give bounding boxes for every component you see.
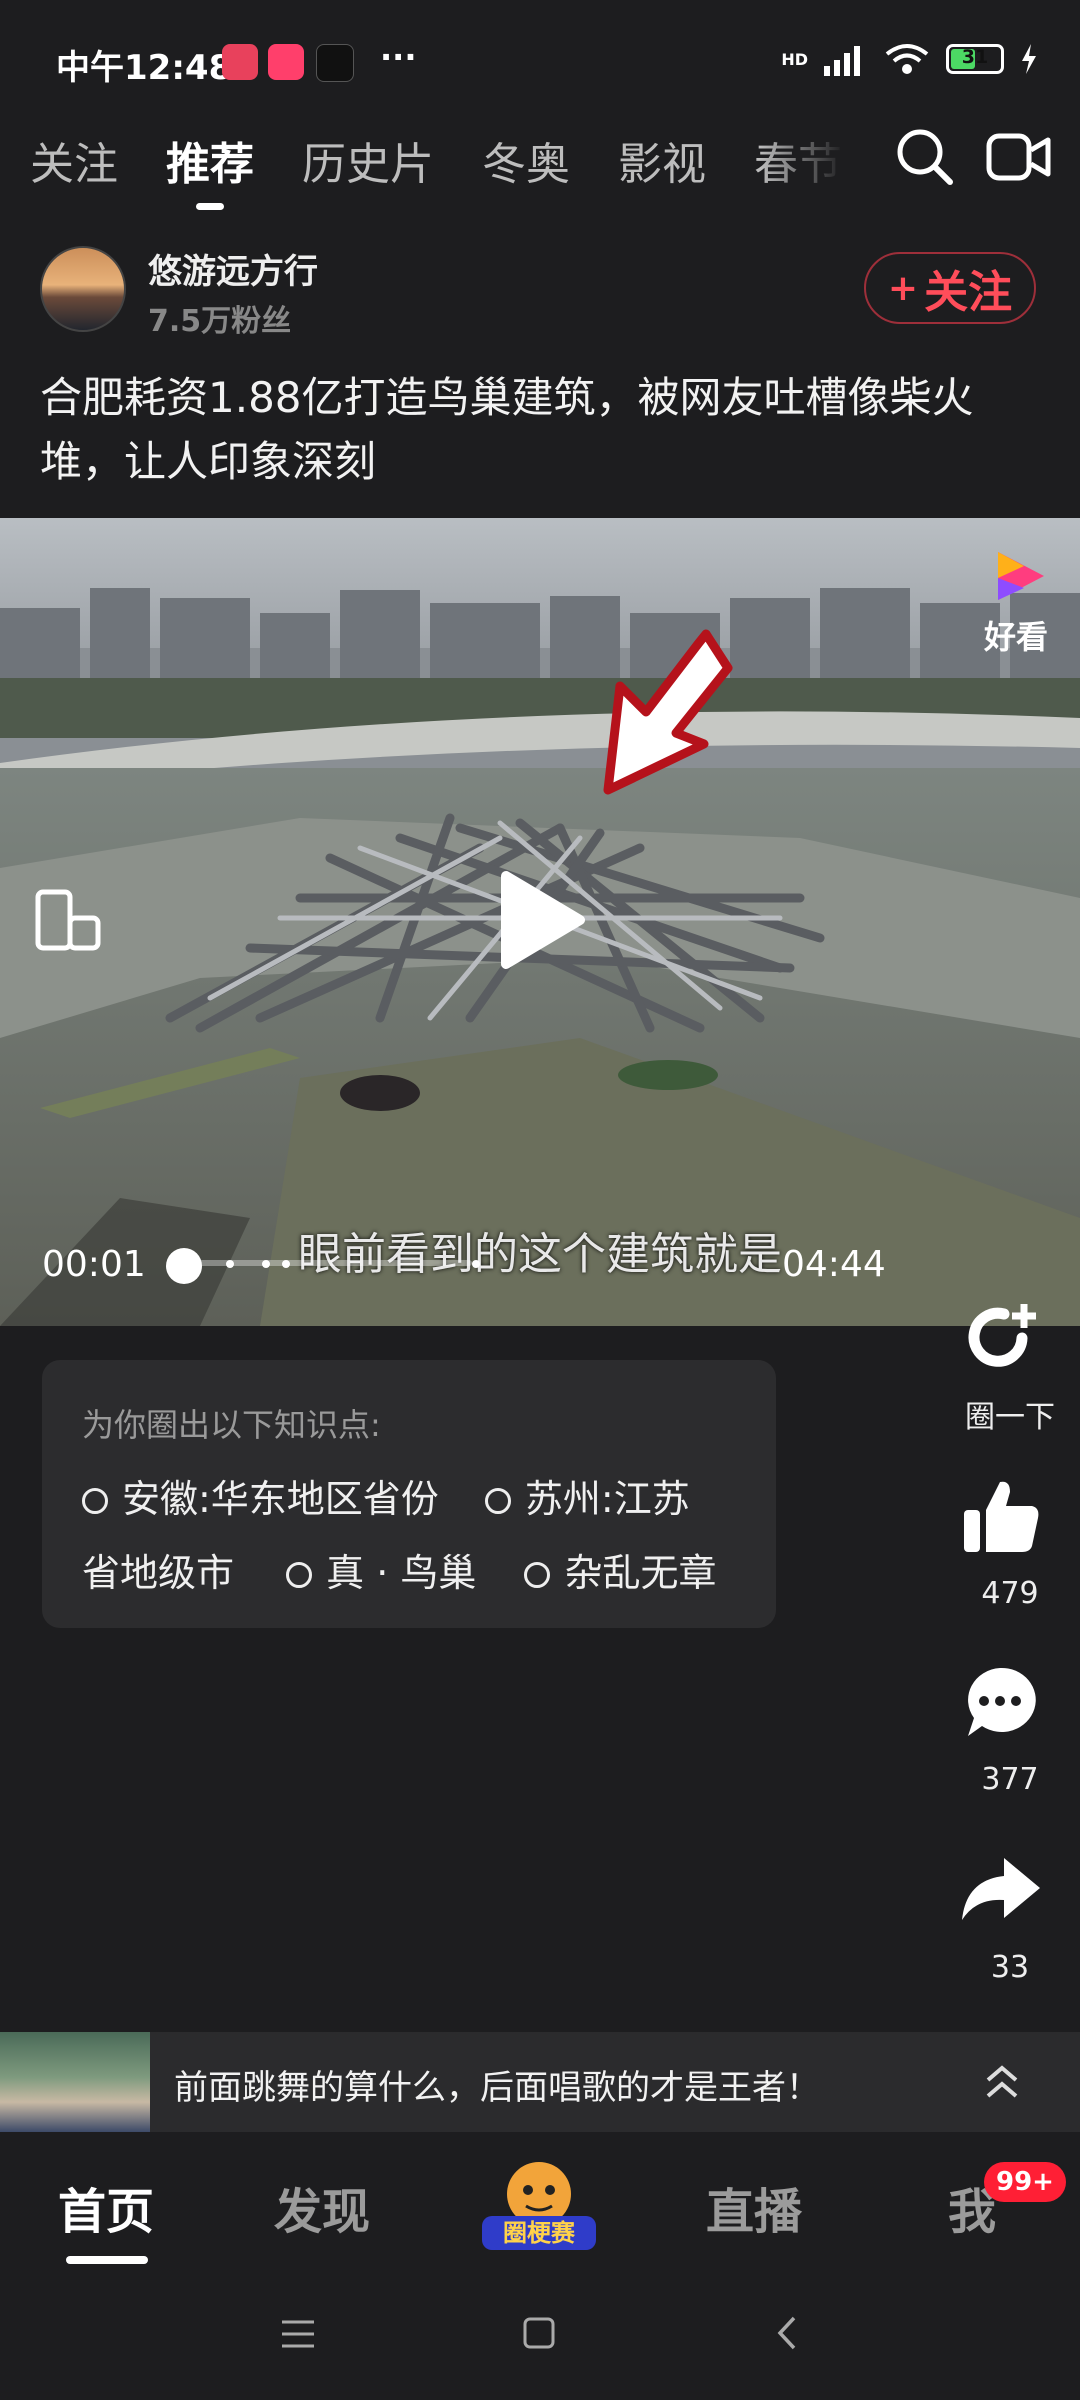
tab-history[interactable]: 历史片 [302,128,434,192]
tab-winter-olympics[interactable]: 冬奥 [482,128,570,192]
knowledge-item[interactable]: 杂乱无章 [524,1551,716,1595]
search-icon[interactable] [894,126,956,188]
circle-label[interactable]: 圈一下 [940,1392,1080,1436]
radio-icon [82,1488,108,1514]
watermark-label: 好看 [984,618,1049,656]
menu-icon[interactable] [280,2318,316,2350]
nav-discover[interactable]: 发现 [274,2172,370,2242]
wifi-icon [885,44,929,74]
comment-icon[interactable] [962,1664,1038,1740]
tab-follow[interactable]: 关注 [30,128,118,192]
play-icon[interactable] [496,870,586,970]
tiktok-icon [316,44,354,82]
knowledge-item[interactable]: 苏州:江苏 [484,1477,690,1521]
progress-marker [226,1260,234,1268]
progress-marker [472,1260,480,1268]
battery-icon: 31 [946,44,1004,74]
nav-active-indicator [66,2256,148,2264]
plus-icon: + [887,267,919,309]
tab-recommend[interactable]: 推荐 [166,128,254,210]
knowledge-item[interactable]: 真 · 鸟巢 [286,1551,476,1595]
knowledge-box: 为你圈出以下知识点: 安徽:华东地区省份 苏州:江苏 省地级市 真 · 鸟巢 杂… [42,1360,776,1628]
home-icon[interactable] [522,2316,556,2350]
app-notification-icon [222,44,258,80]
circle-add-icon[interactable] [960,1300,1044,1380]
nav-live[interactable]: 直播 [706,2172,802,2242]
radio-icon [286,1562,313,1588]
tabs-fade [760,120,880,200]
knowledge-header: 为你圈出以下知识点: [82,1406,381,1444]
channel-tabs: 关注 推荐 历史片 冬奥 影视 春节 [30,128,842,210]
charging-icon [1022,44,1036,74]
like-icon[interactable] [962,1478,1040,1554]
notification-badge: 99+ [984,2162,1066,2202]
knowledge-line-2: 省地级市 真 · 鸟巢 杂乱无章 [82,1542,716,1597]
post-title[interactable]: 合肥耗资1.88亿打造鸟巢建筑，被网友吐槽像柴火堆，让人印象深刻 [40,366,1040,494]
banner-thumbnail[interactable] [0,2032,150,2132]
status-time: 中午12:48 [56,48,233,88]
share-icon[interactable] [960,1856,1042,1924]
progress-marker [282,1260,290,1268]
comment-count: 377 [981,1762,1039,1797]
progress-knob[interactable] [166,1248,202,1284]
video-subtitle: 眼前看到的这个建筑就是 [298,1229,782,1280]
signal-icon [824,46,860,76]
author-fans: 7.5万粉丝 [148,304,292,339]
follow-button[interactable]: + 关注 [864,252,1036,324]
video-app-icon [268,44,304,80]
author-name[interactable]: 悠游远方行 [148,244,318,293]
like-count: 479 [981,1576,1039,1611]
haokan-logo-icon [998,552,1044,600]
banner-text[interactable]: 前面跳舞的算什么，后面唱歌的才是王者！ [174,2060,820,2109]
rotate-screen-icon[interactable] [34,888,104,954]
radio-icon [484,1488,511,1514]
nav-home[interactable]: 首页 [58,2172,154,2242]
current-time: 00:01 [42,1244,146,1285]
radio-icon [524,1562,551,1588]
contest-logo-text: 圈梗赛 [503,2219,576,2247]
more-notifications-icon: ··· [380,38,417,76]
chevron-up-icon[interactable] [984,2062,1020,2102]
share-count: 33 [990,1950,1030,1985]
knowledge-item-continuation[interactable]: 省地级市 [82,1551,234,1595]
video-camera-icon[interactable] [986,128,1052,186]
author-avatar[interactable] [40,246,126,332]
battery-level: 31 [961,46,989,68]
status-indicators: HD 31 [781,42,1038,76]
follow-label: 关注 [924,267,1013,318]
tab-film[interactable]: 影视 [618,128,706,192]
back-icon[interactable] [774,2314,800,2352]
duration: 04:44 [782,1244,886,1285]
knowledge-item[interactable]: 安徽:华东地区省份 [82,1477,439,1521]
knowledge-line-1: 安徽:华东地区省份 苏州:江苏 [82,1468,690,1523]
progress-marker [262,1260,270,1268]
hd-label: HD [781,49,808,69]
contest-logo-icon[interactable]: 圈梗赛 [476,2152,602,2256]
